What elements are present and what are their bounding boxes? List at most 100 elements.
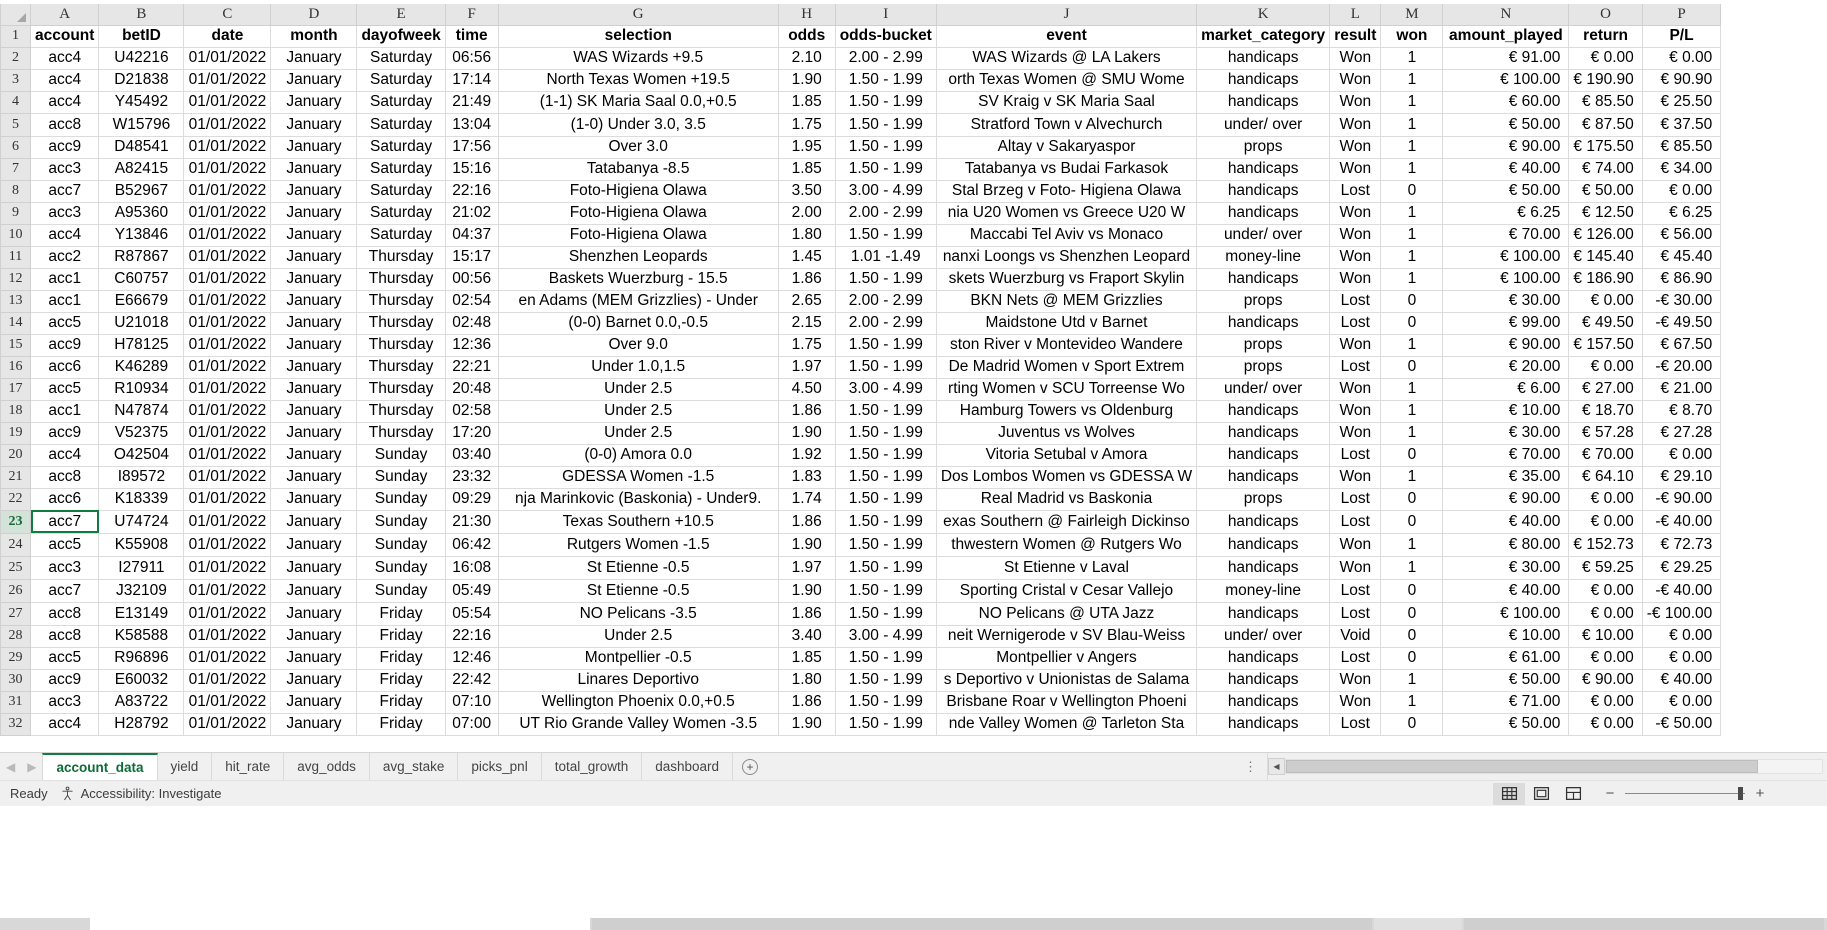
cell-D30[interactable]: January — [270, 668, 358, 692]
row-header-8[interactable]: 8 — [0, 179, 31, 203]
cell-C5[interactable]: 01/01/2022 — [183, 112, 272, 137]
cell-I22[interactable]: 1.50 - 1.99 — [834, 487, 937, 511]
cell-I18[interactable]: 1.50 - 1.99 — [834, 399, 937, 423]
spreadsheet-grid[interactable]: A B C D E F G H I J K L M N O P 1 accoun… — [0, 4, 1827, 752]
cell-G27[interactable]: NO Pelicans -3.5 — [497, 601, 779, 626]
cell-H20[interactable]: 1.92 — [777, 443, 836, 467]
row-header-30[interactable]: 30 — [0, 668, 31, 692]
cell-A18[interactable]: acc1 — [29, 399, 100, 423]
cell-M19[interactable]: 1 — [1380, 421, 1444, 445]
cell-P9[interactable]: € 6.25 — [1641, 201, 1722, 225]
cell-B3[interactable]: D21838 — [98, 68, 185, 92]
cell-O7[interactable]: € 74.00 — [1568, 157, 1643, 181]
cell-L29[interactable]: Lost — [1329, 646, 1382, 670]
cell-E11[interactable]: Thursday — [356, 245, 446, 269]
table-row[interactable]: 19 acc9 V52375 01/01/2022 January Thursday 17:… — [0, 421, 1722, 445]
cell-L16[interactable]: Lost — [1329, 355, 1382, 379]
table-row[interactable]: 31 acc3 A83722 01/01/2022 January Friday 07:10… — [0, 690, 1722, 714]
table-row[interactable]: 2 acc4 U42216 01/01/2022 January Saturday 06:5… — [0, 46, 1722, 70]
cell-P14[interactable]: -€ 49.50 — [1641, 311, 1722, 335]
cell-B16[interactable]: K46289 — [98, 355, 185, 379]
cell-K14[interactable]: handicaps — [1196, 311, 1331, 335]
cell-O19[interactable]: € 57.28 — [1568, 421, 1643, 445]
cell-H12[interactable]: 1.86 — [777, 267, 836, 291]
cell-A2[interactable]: acc4 — [29, 46, 100, 70]
cell-F9[interactable]: 21:02 — [444, 201, 499, 225]
table-row[interactable]: 14 acc5 U21018 01/01/2022 January Thursday 02:… — [0, 311, 1722, 335]
table-row[interactable]: 29 acc5 R96896 01/01/2022 January Friday 12:46… — [0, 646, 1722, 670]
cell-O11[interactable]: € 145.40 — [1568, 245, 1643, 269]
cell-G3[interactable]: North Texas Women +19.5 — [497, 68, 779, 92]
cell-F21[interactable]: 23:32 — [444, 465, 499, 489]
page-layout-view-button[interactable] — [1525, 783, 1557, 805]
cell-E19[interactable]: Thursday — [356, 421, 446, 445]
cell-B25[interactable]: I27911 — [98, 555, 185, 580]
cell-G28[interactable]: Under 2.5 — [497, 624, 779, 648]
cell-F3[interactable]: 17:14 — [444, 68, 499, 92]
cell-D16[interactable]: January — [270, 355, 358, 379]
cell-O29[interactable]: € 0.00 — [1568, 646, 1643, 670]
cell-E23[interactable]: Sunday — [356, 509, 446, 534]
cell-E16[interactable]: Thursday — [356, 355, 446, 379]
cell-N3[interactable]: € 100.00 — [1442, 68, 1570, 92]
cell-N7[interactable]: € 40.00 — [1442, 157, 1570, 181]
cell-D25[interactable]: January — [270, 555, 358, 580]
cell-F24[interactable]: 06:42 — [444, 532, 499, 557]
cell-I2[interactable]: 2.00 - 2.99 — [834, 46, 937, 70]
cell-F28[interactable]: 22:16 — [444, 624, 499, 648]
row-header-5[interactable]: 5 — [0, 112, 31, 137]
cell-E12[interactable]: Thursday — [356, 267, 446, 291]
column-label-D[interactable]: month — [270, 24, 358, 48]
column-header-I[interactable]: I — [834, 4, 937, 26]
column-label-G[interactable]: selection — [497, 24, 779, 48]
cell-M16[interactable]: 0 — [1380, 355, 1444, 379]
cell-F5[interactable]: 13:04 — [444, 112, 499, 137]
cell-E8[interactable]: Saturday — [356, 179, 446, 203]
row-header-16[interactable]: 16 — [0, 355, 31, 379]
cell-M5[interactable]: 1 — [1380, 112, 1444, 137]
cell-M30[interactable]: 1 — [1380, 668, 1444, 692]
cell-N11[interactable]: € 100.00 — [1442, 245, 1570, 269]
cell-J13[interactable]: BKN Nets @ MEM Grizzlies — [935, 289, 1198, 313]
cell-A32[interactable]: acc4 — [29, 712, 100, 736]
row-header-6[interactable]: 6 — [0, 135, 31, 159]
cell-G17[interactable]: Under 2.5 — [497, 377, 779, 401]
table-row[interactable]: 4 acc4 Y45492 01/01/2022 January Saturday 21:4… — [0, 90, 1722, 114]
cell-K19[interactable]: handicaps — [1196, 421, 1331, 445]
cell-N19[interactable]: € 30.00 — [1442, 421, 1570, 445]
cell-B31[interactable]: A83722 — [98, 690, 185, 714]
cell-O3[interactable]: € 190.90 — [1568, 68, 1643, 92]
cell-C28[interactable]: 01/01/2022 — [183, 624, 272, 648]
cell-I31[interactable]: 1.50 - 1.99 — [834, 690, 937, 714]
cell-H24[interactable]: 1.90 — [777, 532, 836, 557]
row-header-20[interactable]: 20 — [0, 443, 31, 467]
sheet-tab-yield[interactable]: yield — [157, 753, 213, 780]
cell-P4[interactable]: € 25.50 — [1641, 90, 1722, 114]
cell-L5[interactable]: Won — [1329, 112, 1382, 137]
cell-C12[interactable]: 01/01/2022 — [183, 267, 272, 291]
cell-B7[interactable]: A82415 — [98, 157, 185, 181]
cell-A27[interactable]: acc8 — [29, 601, 100, 626]
cell-F4[interactable]: 21:49 — [444, 90, 499, 114]
cell-C14[interactable]: 01/01/2022 — [183, 311, 272, 335]
cell-A14[interactable]: acc5 — [29, 311, 100, 335]
cell-J15[interactable]: ston River v Montevideo Wandere — [935, 333, 1198, 357]
cell-H23[interactable]: 1.86 — [777, 509, 836, 534]
row-header-21[interactable]: 21 — [0, 465, 31, 489]
cell-F7[interactable]: 15:16 — [444, 157, 499, 181]
cell-N28[interactable]: € 10.00 — [1442, 624, 1570, 648]
cell-C27[interactable]: 01/01/2022 — [183, 601, 272, 626]
row-header-17[interactable]: 17 — [0, 377, 31, 401]
cell-P16[interactable]: -€ 20.00 — [1641, 355, 1722, 379]
cell-L6[interactable]: Won — [1329, 135, 1382, 159]
cell-I11[interactable]: 1.01 -1.49 — [834, 245, 937, 269]
cell-K29[interactable]: handicaps — [1196, 646, 1331, 670]
cell-H19[interactable]: 1.90 — [777, 421, 836, 445]
cell-K27[interactable]: handicaps — [1196, 601, 1331, 626]
column-header-L[interactable]: L — [1329, 4, 1382, 26]
table-row[interactable]: 24 acc5 K55908 01/01/2022 January Sunday 06:42… — [0, 532, 1722, 557]
cell-O18[interactable]: € 18.70 — [1568, 399, 1643, 423]
cell-C11[interactable]: 01/01/2022 — [183, 245, 272, 269]
cell-F23[interactable]: 21:30 — [444, 509, 499, 534]
cell-H30[interactable]: 1.80 — [777, 668, 836, 692]
